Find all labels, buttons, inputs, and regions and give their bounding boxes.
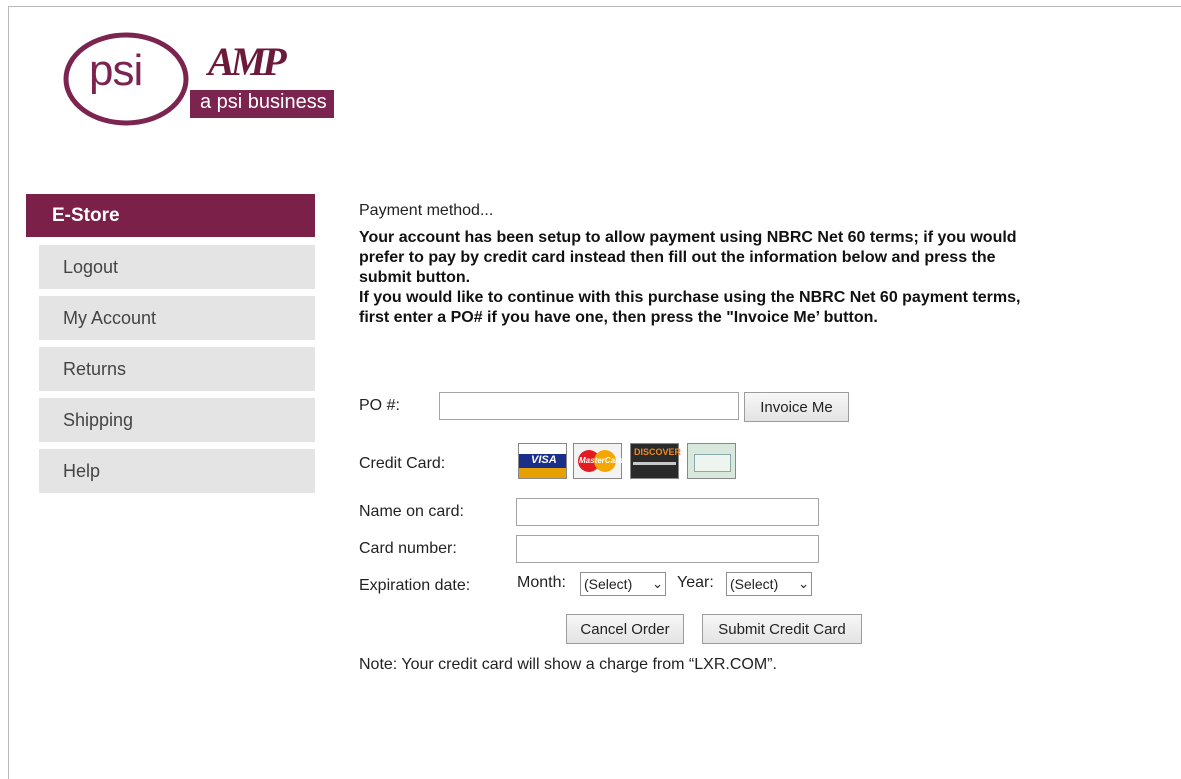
logo-tagline: a psi business [200, 91, 327, 113]
po-number-input[interactable] [439, 392, 739, 420]
sidebar-item-my-account[interactable]: My Account [39, 296, 315, 340]
chevron-down-icon: ⌄ [652, 576, 663, 591]
sidebar-nav: E-Store Logout My Account Returns Shippi… [26, 194, 315, 500]
sidebar-item-help[interactable]: Help [39, 449, 315, 493]
card-number-input[interactable] [516, 535, 819, 563]
visa-card-icon: VISA [518, 443, 567, 479]
sidebar-item-logout[interactable]: Logout [39, 245, 315, 289]
cancel-order-button[interactable]: Cancel Order [566, 614, 684, 644]
sidebar-header-estore: E-Store [26, 194, 315, 237]
page-title: Payment method... [359, 202, 494, 219]
logo-amp-text: AMP [208, 39, 287, 84]
year-select[interactable]: (Select) ⌄ [726, 572, 812, 596]
po-label: PO #: [359, 397, 400, 414]
month-select[interactable]: (Select) ⌄ [580, 572, 666, 596]
invoice-me-button[interactable]: Invoice Me [744, 392, 849, 422]
name-on-card-label: Name on card: [359, 503, 464, 520]
year-label: Year: [677, 574, 714, 591]
month-label: Month: [517, 574, 566, 591]
logo-psi-text: psi [89, 46, 143, 95]
sidebar-item-shipping[interactable]: Shipping [39, 398, 315, 442]
instructions-credit-card: Your account has been setup to allow pay… [359, 229, 1017, 286]
submit-credit-card-button[interactable]: Submit Credit Card [702, 614, 862, 644]
sidebar-item-returns[interactable]: Returns [39, 347, 315, 391]
payment-panel: Payment method... Your account has been … [359, 200, 1079, 328]
mastercard-icon: MasterCard [573, 443, 623, 479]
expiration-date-label: Expiration date: [359, 577, 471, 594]
psi-amp-logo: psi AMP a psi business [62, 28, 342, 132]
chevron-down-icon: ⌄ [798, 576, 809, 591]
name-on-card-input[interactable] [516, 498, 819, 526]
card-number-label: Card number: [359, 540, 457, 557]
instructions-text: Your account has been setup to allow pay… [359, 228, 1039, 328]
amex-card-icon [687, 443, 736, 479]
charge-note: Note: Your credit card will show a charg… [359, 656, 777, 673]
instructions-invoice: If you would like to continue with this … [359, 289, 1021, 326]
credit-card-label: Credit Card: [359, 455, 446, 472]
discover-card-icon: DISCOVER [630, 443, 681, 479]
